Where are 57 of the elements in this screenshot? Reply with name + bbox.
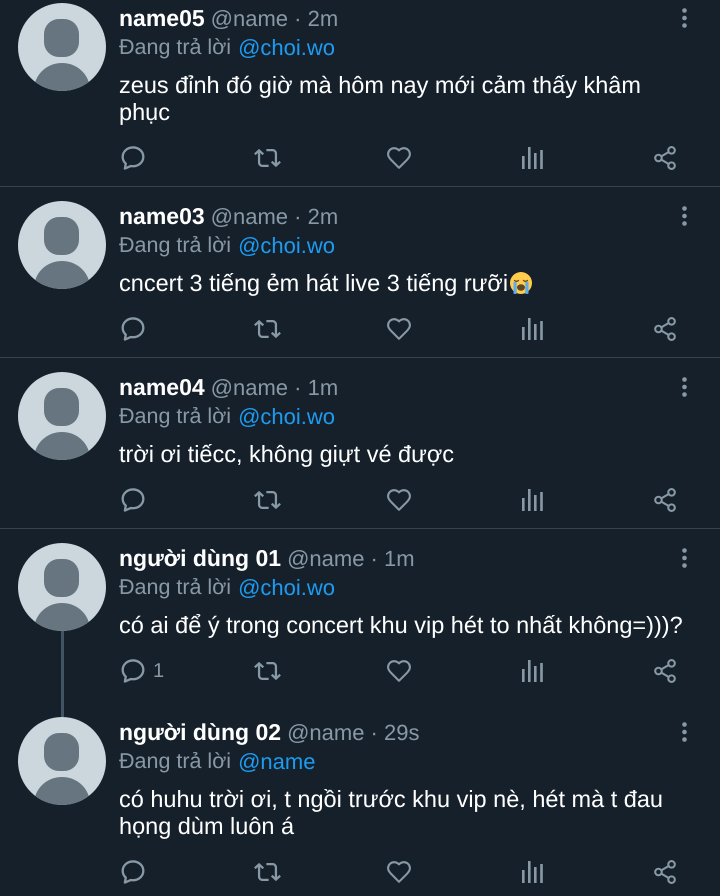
heart-icon[interactable] — [387, 861, 411, 883]
display-name[interactable]: name05 — [119, 0, 205, 36]
replying-to-label: Đang trả lời — [119, 748, 232, 775]
share-icon[interactable] — [653, 317, 677, 341]
display-name[interactable]: name03 — [119, 198, 205, 234]
heart-icon[interactable] — [387, 147, 411, 169]
display-name[interactable]: name04 — [119, 370, 205, 404]
share-icon[interactable] — [653, 860, 677, 884]
mention-link[interactable]: @choi.wo — [238, 400, 336, 432]
default-avatar[interactable] — [18, 717, 106, 805]
share-icon[interactable] — [653, 146, 677, 170]
heart-icon[interactable] — [387, 318, 411, 340]
mention-link[interactable]: @choi.wo — [238, 228, 336, 262]
default-avatar[interactable] — [18, 3, 106, 91]
bar-chart-icon[interactable] — [522, 660, 543, 682]
heart-icon[interactable] — [387, 489, 411, 511]
tweet-text: cncert 3 tiếng ẻm hát live 3 tiếng rưỡi — [119, 270, 508, 296]
bar-chart-icon[interactable] — [522, 861, 543, 883]
speech-bubble-icon[interactable] — [121, 488, 145, 512]
replying-to-label: Đang trả lời — [119, 402, 232, 430]
handle-and-time: @name · 2m — [210, 202, 338, 230]
more-options-icon[interactable] — [682, 206, 687, 226]
default-avatar[interactable] — [18, 201, 106, 289]
speech-bubble-icon[interactable] — [121, 146, 145, 170]
speech-bubble-icon[interactable] — [121, 659, 145, 683]
share-icon[interactable] — [653, 488, 677, 512]
bar-chart-icon[interactable] — [522, 489, 543, 511]
more-options-icon[interactable] — [682, 722, 687, 742]
default-avatar[interactable] — [18, 543, 106, 631]
speech-bubble-icon[interactable] — [121, 860, 145, 884]
retweet-icon[interactable] — [254, 148, 281, 168]
handle-and-time: @name · 2m — [210, 4, 338, 32]
more-options-icon[interactable] — [682, 8, 687, 28]
tweet-text: có huhu trời ơi, t ngồi trước khu vip nè, hét mà t đau họng dùm luôn á — [119, 786, 663, 839]
retweet-icon[interactable] — [254, 490, 281, 510]
replying-to-label: Đang trả lời — [119, 574, 232, 601]
reply-count: 1 — [153, 659, 164, 684]
bar-chart-icon[interactable] — [522, 318, 543, 340]
speech-bubble-icon[interactable] — [121, 317, 145, 341]
tweet-text: trời ơi tiếcc, không giựt vé được — [119, 441, 454, 467]
bar-chart-icon[interactable] — [522, 147, 543, 169]
replying-to-label: Đang trả lời — [119, 34, 232, 61]
retweet-icon[interactable] — [254, 661, 281, 681]
replying-to-label: Đang trả lời — [119, 232, 232, 259]
mention-link[interactable]: @choi.wo — [238, 30, 336, 64]
retweet-icon[interactable] — [254, 319, 281, 339]
tweet-text: zeus đỉnh đó giờ mà hôm nay mới cảm thấy khâm phục — [119, 72, 641, 125]
handle-and-time: @name · 1m — [287, 544, 415, 572]
tweet-text: có ai để ý trong concert khu vip hét to nhất không=)))? — [119, 612, 683, 638]
more-options-icon[interactable] — [682, 548, 687, 568]
default-avatar[interactable] — [18, 372, 106, 460]
handle-and-time: @name · 1m — [210, 374, 338, 402]
heart-icon[interactable] — [387, 660, 411, 682]
share-icon[interactable] — [653, 659, 677, 683]
more-options-icon[interactable] — [682, 377, 687, 397]
retweet-icon[interactable] — [254, 862, 281, 882]
handle-and-time: @name · 29s — [287, 718, 420, 746]
